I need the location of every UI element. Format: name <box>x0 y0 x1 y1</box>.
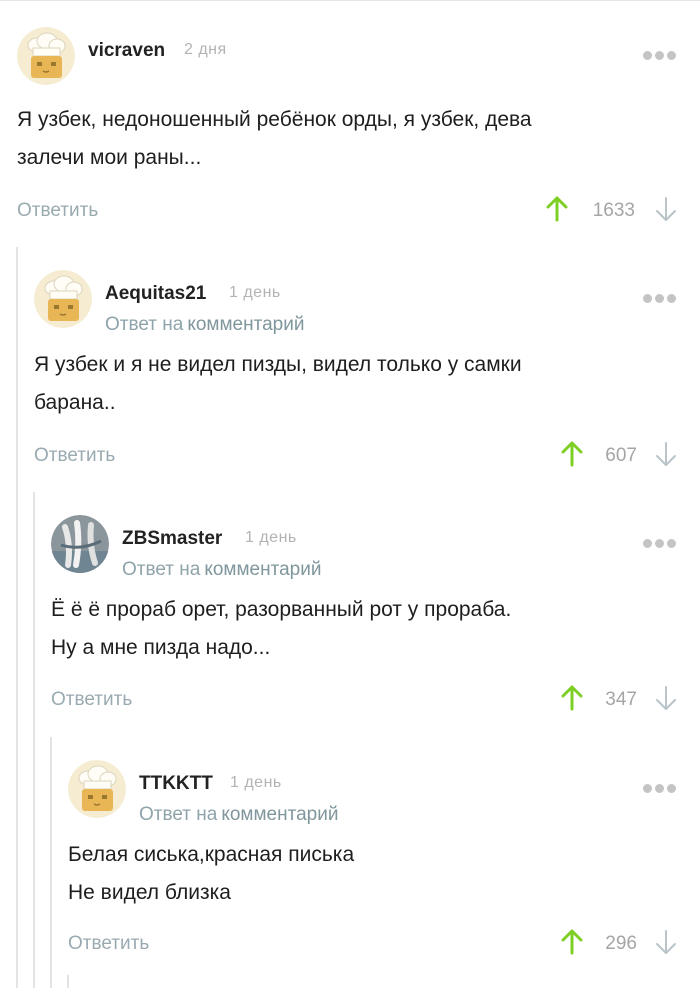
reply-to-prefix: Ответ на <box>139 804 218 825</box>
comment: Aequitas21 1 день Ответ на комментарий Я … <box>0 270 700 515</box>
more-options-icon[interactable] <box>643 51 676 61</box>
username[interactable]: vicraven <box>88 40 165 62</box>
more-options-icon[interactable] <box>643 539 676 549</box>
comment-line: Я узбек и я не видел пизды, видел только… <box>34 353 522 376</box>
user-photo-icon <box>51 515 109 573</box>
comment-date: 1 день <box>230 774 282 791</box>
comment-line: залечи мои раны... <box>17 146 202 169</box>
chef-avatar-icon <box>34 270 92 328</box>
rating-count: 347 <box>605 689 637 710</box>
reply-button[interactable]: Ответить <box>34 445 115 467</box>
avatar[interactable] <box>17 27 75 85</box>
username[interactable]: Aequitas21 <box>105 283 206 305</box>
comment-text: Я узбек и я не видел пизды, видел только… <box>34 346 522 422</box>
downvote-arrow-icon[interactable] <box>654 685 678 711</box>
chef-avatar-icon <box>17 27 75 85</box>
avatar[interactable] <box>51 515 109 573</box>
upvote-arrow-icon[interactable] <box>545 196 569 222</box>
rating-count: 296 <box>605 933 637 954</box>
comment-line: барана.. <box>34 391 116 414</box>
reply-to-label: Ответ на комментарий <box>139 804 338 826</box>
username[interactable]: ZBSmaster <box>122 528 222 550</box>
reply-button[interactable]: Ответить <box>17 200 98 222</box>
reply-to-label: Ответ на комментарий <box>122 559 321 581</box>
rating-count: 607 <box>605 445 637 466</box>
avatar[interactable] <box>68 760 126 818</box>
chef-avatar-icon <box>68 760 126 818</box>
reply-to-prefix: Ответ на <box>122 559 201 580</box>
reply-button[interactable]: Ответить <box>68 933 149 955</box>
reply-to-prefix: Ответ на <box>105 314 184 335</box>
top-divider <box>0 0 700 1</box>
downvote-arrow-icon[interactable] <box>654 441 678 467</box>
reply-button[interactable]: Ответить <box>51 689 132 711</box>
downvote-arrow-icon[interactable] <box>654 929 678 955</box>
comment-line: Ну а мне пизда надо... <box>51 636 271 659</box>
comment-date: 1 день <box>245 529 297 546</box>
comment-date: 2 дня <box>184 41 227 58</box>
more-options-icon[interactable] <box>643 784 676 794</box>
comment-text: Белая сиська,красная писька Не видел бли… <box>68 836 354 912</box>
comment-line: Белая сиська,красная писька <box>68 843 355 866</box>
parent-comment-link[interactable]: комментарий <box>187 314 304 335</box>
parent-comment-link[interactable]: комментарий <box>221 804 338 825</box>
comment-date: 1 день <box>229 284 281 301</box>
reply-to-label: Ответ на комментарий <box>105 314 304 336</box>
comment: TTKKTT 1 день Ответ на комментарий Белая … <box>0 760 700 1005</box>
comment-line: Я узбек, недоношенный ребёнок орды, я уз… <box>17 108 532 131</box>
more-options-icon[interactable] <box>643 294 676 304</box>
comment: ZBSmaster 1 день Ответ на комментарий Ё ё… <box>0 515 700 760</box>
avatar[interactable] <box>34 270 92 328</box>
downvote-arrow-icon[interactable] <box>654 196 678 222</box>
comment: vicraven 2 дня Я узбек, недоношенный реб… <box>0 27 700 272</box>
parent-comment-link[interactable]: комментарий <box>204 559 321 580</box>
rating-count: 1633 <box>592 200 635 221</box>
comment-text: Ё ё ё прораб орет, разорванный рот у про… <box>51 591 511 667</box>
comment-line: Не видел близка <box>68 881 231 904</box>
username[interactable]: TTKKTT <box>139 773 213 795</box>
comment-text: Я узбек, недоношенный ребёнок орды, я уз… <box>17 101 532 177</box>
comment-line: Ё ё ё прораб орет, разорванный рот у про… <box>51 598 512 621</box>
